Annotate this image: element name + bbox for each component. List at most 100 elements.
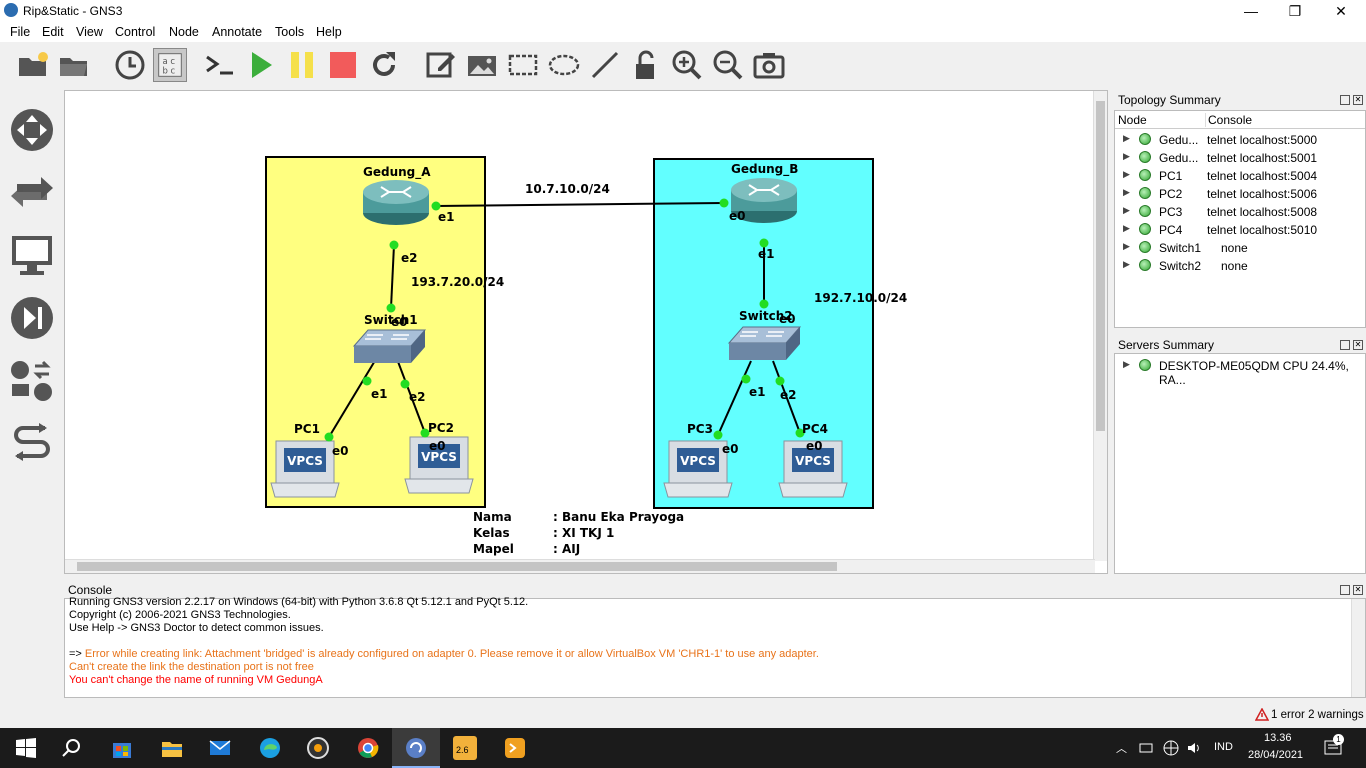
media-player-icon[interactable]	[306, 736, 330, 760]
volume-icon[interactable]	[1186, 740, 1202, 756]
warning-icon	[1255, 708, 1269, 721]
topology-canvas[interactable]: VPCS VPCS VPCS VPCS Gedung_A Gedung_B Sw…	[64, 90, 1108, 574]
port-dot	[389, 240, 399, 250]
menu-annotate[interactable]: Annotate	[212, 25, 262, 39]
windows-start-icon[interactable]	[14, 736, 38, 760]
server-row[interactable]: ▶ DESKTOP-ME05QDM CPU 24.4%, RA...	[1115, 357, 1359, 387]
menu-help[interactable]: Help	[316, 25, 342, 39]
menu-control[interactable]: Control	[115, 25, 155, 39]
undock-icon[interactable]	[1340, 95, 1350, 105]
interface-label: e1	[749, 385, 766, 399]
minimize-button[interactable]: —	[1228, 0, 1274, 22]
end-devices-icon[interactable]	[9, 232, 55, 278]
language-indicator[interactable]: IND	[1214, 741, 1233, 753]
terminal-app-icon[interactable]	[503, 736, 527, 760]
pause-icon[interactable]	[285, 48, 319, 82]
app-taskbar-icon[interactable]: 2.6	[453, 736, 477, 760]
open-project-icon[interactable]	[16, 48, 50, 82]
expand-arrow-icon[interactable]: ▶	[1123, 205, 1130, 216]
undock-icon[interactable]	[1340, 585, 1350, 595]
reload-icon[interactable]	[367, 48, 401, 82]
gns3-taskbar-button[interactable]	[392, 728, 440, 768]
menu-view[interactable]: View	[76, 25, 103, 39]
network-adapter-icon[interactable]	[1138, 740, 1154, 756]
show-interface-labels-icon[interactable]: a cb c	[153, 48, 187, 82]
chrome-icon[interactable]	[356, 736, 380, 760]
switches-icon[interactable]	[9, 167, 55, 213]
maximize-button[interactable]: ❐	[1272, 0, 1318, 22]
menu-edit[interactable]: Edit	[42, 25, 64, 39]
draw-line-icon[interactable]	[588, 48, 622, 82]
search-icon[interactable]	[60, 736, 84, 760]
mail-icon[interactable]	[208, 736, 232, 760]
zoom-in-icon[interactable]	[670, 48, 704, 82]
console-panel[interactable]: Running GNS3 version 2.2.17 on Windows (…	[64, 596, 1366, 698]
start-icon[interactable]	[244, 48, 278, 82]
column-header-node[interactable]: Node	[1118, 113, 1147, 127]
clock-date[interactable]: 28/04/2021	[1248, 749, 1303, 761]
error-summary[interactable]: 1 error 2 warnings	[1271, 709, 1364, 721]
menu-node[interactable]: Node	[169, 25, 199, 39]
switch1-device[interactable]	[352, 329, 427, 363]
menu-tools[interactable]: Tools	[275, 25, 304, 39]
console-scrollbar[interactable]	[1351, 599, 1365, 697]
zoom-out-icon[interactable]	[711, 48, 745, 82]
undock-icon[interactable]	[1340, 340, 1350, 350]
router-gedung-a[interactable]	[363, 180, 429, 225]
topology-row[interactable]: ▶ Switch1 none	[1115, 239, 1359, 257]
clock-time[interactable]: 13.36	[1264, 732, 1292, 744]
expand-arrow-icon[interactable]: ▶	[1123, 259, 1130, 270]
expand-arrow-icon[interactable]: ▶	[1123, 151, 1130, 162]
close-panel-icon[interactable]: ✕	[1353, 340, 1363, 350]
edge-icon[interactable]	[258, 736, 282, 760]
lock-icon[interactable]	[629, 48, 663, 82]
close-button[interactable]: ✕	[1318, 0, 1364, 22]
column-header-console[interactable]: Console	[1205, 113, 1252, 127]
scroll-thumb[interactable]	[1096, 101, 1105, 431]
add-note-icon[interactable]	[424, 48, 458, 82]
store-icon[interactable]	[110, 736, 134, 760]
console-icon[interactable]	[203, 48, 237, 82]
topology-row[interactable]: ▶ PC1 telnet localhost:5004	[1115, 167, 1359, 185]
menu-file[interactable]: File	[10, 25, 30, 39]
topology-row[interactable]: ▶ Gedu... telnet localhost:5001	[1115, 149, 1359, 167]
topology-row[interactable]: ▶ PC3 telnet localhost:5008	[1115, 203, 1359, 221]
globe-icon[interactable]	[1162, 739, 1180, 757]
expand-arrow-icon[interactable]: ▶	[1123, 359, 1130, 370]
close-panel-icon[interactable]: ✕	[1353, 585, 1363, 595]
canvas-horizontal-scrollbar[interactable]	[65, 559, 1095, 573]
all-devices-icon[interactable]	[9, 358, 55, 404]
file-explorer-icon[interactable]	[160, 736, 184, 760]
pc3-label: PC3	[687, 422, 713, 436]
topology-row[interactable]: ▶ PC4 telnet localhost:5010	[1115, 221, 1359, 239]
app-badge: 2.6	[456, 745, 469, 755]
insert-picture-icon[interactable]	[465, 48, 499, 82]
expand-arrow-icon[interactable]: ▶	[1123, 133, 1130, 144]
screenshot-icon[interactable]	[752, 48, 786, 82]
routers-icon[interactable]	[9, 107, 55, 153]
expand-arrow-icon[interactable]: ▶	[1123, 169, 1130, 180]
show-hidden-icons-icon[interactable]: ︿	[1116, 740, 1127, 756]
student-note[interactable]: Nama Kelas Mapel : Banu Eka Prayoga : XI…	[473, 510, 684, 556]
stop-icon[interactable]	[326, 48, 360, 82]
expand-arrow-icon[interactable]: ▶	[1123, 241, 1130, 252]
canvas-vertical-scrollbar[interactable]	[1093, 91, 1107, 561]
clock-icon[interactable]	[113, 48, 147, 82]
expand-arrow-icon[interactable]: ▶	[1123, 223, 1130, 234]
close-panel-icon[interactable]: ✕	[1353, 95, 1363, 105]
gns3-taskbar-icon	[406, 738, 426, 758]
topology-drawing[interactable]: VPCS VPCS VPCS VPCS Gedung_A Gedung_B Sw…	[65, 91, 1095, 561]
security-devices-icon[interactable]	[9, 295, 55, 341]
draw-ellipse-icon[interactable]	[547, 48, 581, 82]
topology-row[interactable]: ▶ Switch2 none	[1115, 257, 1359, 275]
folder-icon[interactable]	[57, 48, 91, 82]
add-link-icon[interactable]	[9, 422, 55, 468]
topology-row[interactable]: ▶ Gedu... telnet localhost:5000	[1115, 131, 1359, 149]
title-bar: Rip&Static - GNS3 — ❐ ✕	[0, 0, 1366, 22]
draw-rectangle-icon[interactable]	[506, 48, 540, 82]
topology-row[interactable]: ▶ PC2 telnet localhost:5006	[1115, 185, 1359, 203]
scroll-thumb[interactable]	[77, 562, 837, 571]
pc1-device[interactable]: VPCS	[270, 440, 340, 498]
switch2-device[interactable]	[727, 326, 802, 360]
expand-arrow-icon[interactable]: ▶	[1123, 187, 1130, 198]
